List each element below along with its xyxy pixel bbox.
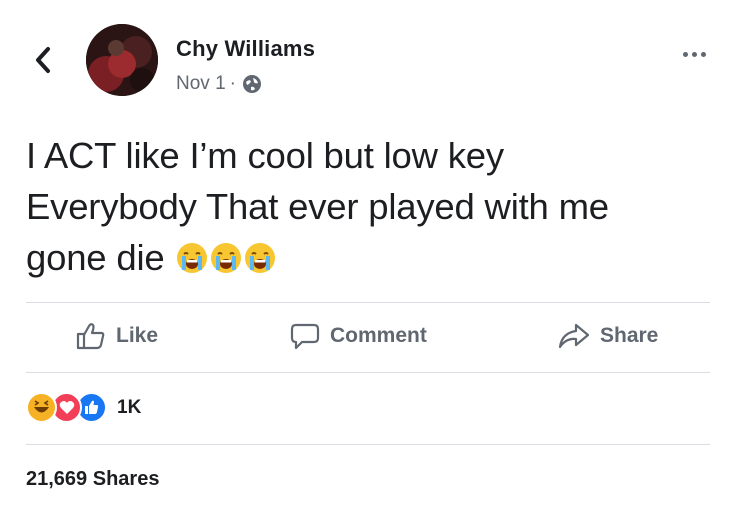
comment-button[interactable]: Comment bbox=[290, 322, 427, 350]
globe-icon bbox=[242, 75, 261, 93]
like-label: Like bbox=[116, 324, 159, 347]
post-text-line: Everybody That ever played with me bbox=[26, 186, 609, 227]
facebook-post: Chy Williams Nov 1 · I ACT like I’m cool… bbox=[0, 0, 736, 512]
divider bbox=[26, 372, 710, 373]
more-options-button[interactable] bbox=[683, 52, 706, 57]
avatar-image bbox=[86, 24, 158, 96]
haha-reaction-icon bbox=[26, 392, 57, 423]
post-meta: Nov 1 · bbox=[176, 73, 262, 95]
share-count[interactable]: 21,669 Shares bbox=[26, 468, 159, 491]
post-text-line: I ACT like I’m cool but low key bbox=[26, 135, 504, 176]
divider bbox=[26, 444, 710, 445]
reaction-count: 1K bbox=[117, 396, 142, 418]
author-name[interactable]: Chy Williams bbox=[176, 36, 315, 62]
comment-icon bbox=[290, 323, 320, 350]
loudly-crying-face-icon bbox=[177, 243, 208, 273]
post-text: I ACT like I’m cool but low key Everybod… bbox=[26, 130, 716, 283]
meta-separator: · bbox=[229, 73, 236, 94]
avatar[interactable] bbox=[86, 24, 158, 96]
share-arrow-icon bbox=[558, 323, 590, 349]
chevron-left-icon bbox=[36, 47, 50, 73]
action-bar: Like Comment Share bbox=[0, 304, 736, 372]
post-text-line-3: gone die bbox=[26, 232, 716, 283]
thumbs-up-icon bbox=[76, 323, 105, 350]
like-button[interactable]: Like bbox=[76, 322, 158, 350]
share-button[interactable]: Share bbox=[558, 322, 658, 350]
loudly-crying-face-icon bbox=[245, 243, 276, 273]
back-button[interactable] bbox=[30, 42, 56, 78]
more-options-icon bbox=[683, 52, 688, 57]
share-label: Share bbox=[600, 324, 659, 347]
reactions-summary[interactable]: 1K bbox=[26, 392, 141, 423]
divider bbox=[26, 302, 710, 303]
post-date[interactable]: Nov 1 bbox=[176, 73, 226, 95]
loudly-crying-face-icon bbox=[211, 243, 242, 273]
comment-label: Comment bbox=[330, 324, 427, 347]
